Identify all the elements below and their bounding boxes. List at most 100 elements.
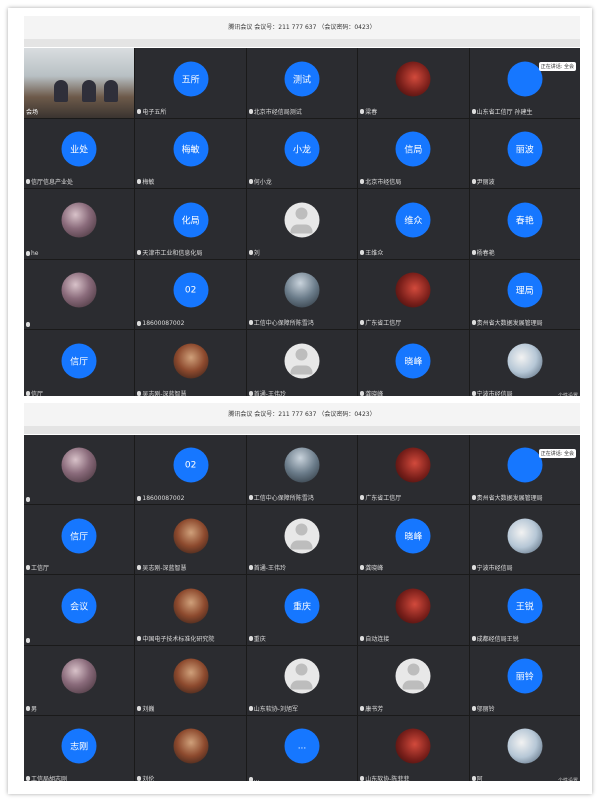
- participant-tile[interactable]: 自动连接: [358, 575, 469, 645]
- participant-name: 工信中心保障所陈雪鸿: [253, 495, 314, 503]
- mic-muted-icon: [248, 635, 253, 641]
- participant-tile[interactable]: 山东软协-陈菲菲: [358, 715, 469, 781]
- participant-name: 刘: [253, 249, 260, 257]
- avatar-photo: [284, 272, 320, 308]
- participant-tile[interactable]: 信厅 工信厅: [24, 505, 135, 575]
- participant-label: ...: [248, 776, 260, 781]
- avatar: 晓峰: [395, 518, 431, 554]
- participant-label: 自动连接: [360, 634, 389, 643]
- participant-name: 首通-王伟玲: [253, 565, 286, 573]
- participant-tile[interactable]: 信局 北京市经信局: [358, 118, 469, 189]
- participant-name: 阿: [476, 775, 483, 781]
- participant-tile[interactable]: 山东省工信厅 孙建生 正在讲话: 全会: [469, 48, 580, 118]
- participant-tile[interactable]: 广东省工信厅: [358, 435, 469, 505]
- avatar-photo: [61, 272, 97, 308]
- mic-muted-icon: [248, 320, 253, 326]
- meeting-title: 腾讯会议 会议号：211 777 637 （会议密码：0423）: [24, 16, 580, 39]
- participant-name: 贵州省大数据发展管理局: [476, 320, 543, 328]
- avatar: 化局: [173, 202, 209, 238]
- participant-tile[interactable]: 梅敏 梅敏: [135, 118, 246, 189]
- mic-muted-icon: [26, 637, 30, 643]
- participant-label: 北京市经信局测试: [248, 107, 302, 116]
- participant-tile[interactable]: 王锐 成都经信局王锐: [469, 575, 580, 645]
- participant-tile[interactable]: 春艳 杨春艳: [469, 189, 580, 259]
- default-avatar-icon: [284, 343, 320, 379]
- participant-tile[interactable]: 重庆 重庆: [246, 575, 358, 645]
- participant-tile[interactable]: 广东省工信厅: [358, 259, 469, 330]
- participant-tile[interactable]: 小龙何小龙: [246, 118, 358, 189]
- mic-muted-icon: [360, 705, 365, 711]
- participant-tile[interactable]: 五所 电子五所: [135, 48, 246, 118]
- participant-tile[interactable]: 男: [24, 645, 135, 715]
- participant-tile[interactable]: 宁波市经信局: [469, 505, 580, 575]
- participant-name: 贵州省大数据发展管理局: [476, 495, 543, 503]
- participant-label: 贵州省大数据发展管理局: [471, 493, 543, 503]
- avatar-photo: [395, 588, 431, 624]
- participant-tile[interactable]: 宁波市经信局 个性设置: [469, 330, 580, 396]
- participant-tile[interactable]: 梁春: [358, 48, 469, 118]
- participant-tile[interactable]: 刘: [246, 189, 358, 259]
- participant-tile[interactable]: 吴志刚-深蓝智慧: [135, 330, 246, 396]
- participant-tile[interactable]: 测试 北京市经信局测试: [246, 48, 358, 118]
- video-grid: 02 18600087002 工信中心保障所陈雪鸿 广东省工信厅 贵州省大数据发展管理局…: [24, 435, 580, 781]
- mic-muted-icon: [471, 390, 476, 396]
- participant-name: 刘伦: [142, 775, 155, 781]
- avatar-photo: [173, 658, 209, 694]
- participant-tile[interactable]: 02 18600087002: [135, 259, 246, 330]
- participant-tile[interactable]: 工信中心保障所陈雪鸿: [246, 435, 358, 505]
- participant-tile[interactable]: 工信中心保障所陈雪鸿: [246, 259, 358, 330]
- participant-tile[interactable]: 业处 信厅信息产业处: [24, 118, 135, 189]
- settings-link[interactable]: 个性设置: [558, 392, 578, 396]
- participant-tile[interactable]: 康书芳: [358, 645, 469, 715]
- participant-name: 康书芳: [365, 705, 384, 713]
- participant-tile[interactable]: 中国电子技术标准化研究院: [135, 575, 246, 645]
- participant-tile[interactable]: 刘巍: [135, 645, 246, 715]
- participant-tile[interactable]: ......: [246, 715, 358, 781]
- participant-tile[interactable]: [24, 259, 135, 330]
- participant-tile[interactable]: 会场: [24, 48, 135, 118]
- mic-muted-icon: [137, 179, 142, 185]
- participant-name: 广东省工信厅: [365, 495, 402, 503]
- participant-tile[interactable]: 会议: [24, 575, 135, 645]
- avatar: 信厅: [61, 518, 97, 554]
- participant-tile[interactable]: 丽波 尹丽波: [469, 118, 580, 189]
- participant-tile[interactable]: he: [24, 189, 135, 259]
- participant-tile[interactable]: 贵州省大数据发展管理局 正在讲话: 全会: [469, 435, 580, 505]
- mic-muted-icon: [137, 108, 142, 114]
- mic-muted-icon: [26, 565, 30, 571]
- participant-tile[interactable]: 首通-王伟玲: [246, 330, 358, 396]
- participant-tile[interactable]: 阿 个性设置: [469, 715, 580, 781]
- participant-label: [26, 637, 31, 643]
- participant-tile[interactable]: [24, 435, 135, 505]
- settings-link[interactable]: 个性设置: [558, 777, 578, 781]
- mic-muted-icon: [137, 321, 142, 327]
- participant-tile[interactable]: 丽铃 邬丽铃: [469, 645, 580, 715]
- avatar: 02: [173, 447, 209, 483]
- participant-tile[interactable]: 02 18600087002: [135, 435, 246, 505]
- meeting-title: 腾讯会议 会议号：211 777 637 （会议密码：0423）: [24, 403, 580, 426]
- participant-tile[interactable]: 山东软协-刘旭军: [246, 645, 358, 715]
- participant-name: 天津市工业和信息化局: [142, 249, 203, 257]
- participant-tile[interactable]: 晓峰 龚晓峰: [358, 330, 469, 396]
- participant-label: 18600087002: [137, 495, 184, 502]
- participant-label: 工信中心保障所陈雪鸿: [248, 318, 314, 327]
- participant-label: 男: [26, 704, 37, 713]
- participant-tile[interactable]: 首通-王伟玲: [246, 505, 358, 575]
- participant-tile[interactable]: 志刚 工信局胡志刚: [24, 715, 135, 781]
- participant-label: 山东省工信厅 孙建生: [471, 107, 533, 116]
- speaking-indicator: 正在讲话: 全会: [538, 449, 576, 458]
- participant-name: 宁波市经信局: [476, 390, 513, 396]
- participant-label: 山东软协-刘旭军: [248, 704, 298, 713]
- participant-tile[interactable]: 刘伦: [135, 715, 246, 781]
- avatar-photo: [173, 343, 209, 379]
- participant-tile[interactable]: 理局 贵州省大数据发展管理局: [469, 259, 580, 330]
- participant-tile[interactable]: 晓峰 龚晓峰: [358, 505, 469, 575]
- participant-tile[interactable]: 吴志刚-深蓝智慧: [135, 505, 246, 575]
- participant-name: 何小龙: [253, 179, 272, 187]
- mic-muted-icon: [26, 250, 30, 256]
- participant-tile[interactable]: 化局天津市工业和信息化局: [135, 189, 246, 259]
- participant-name: 会场: [26, 108, 39, 116]
- participant-tile[interactable]: 信厅 信厅: [24, 330, 135, 396]
- participant-tile[interactable]: 维众 王维众: [358, 189, 469, 259]
- avatar: 小龙: [284, 131, 320, 167]
